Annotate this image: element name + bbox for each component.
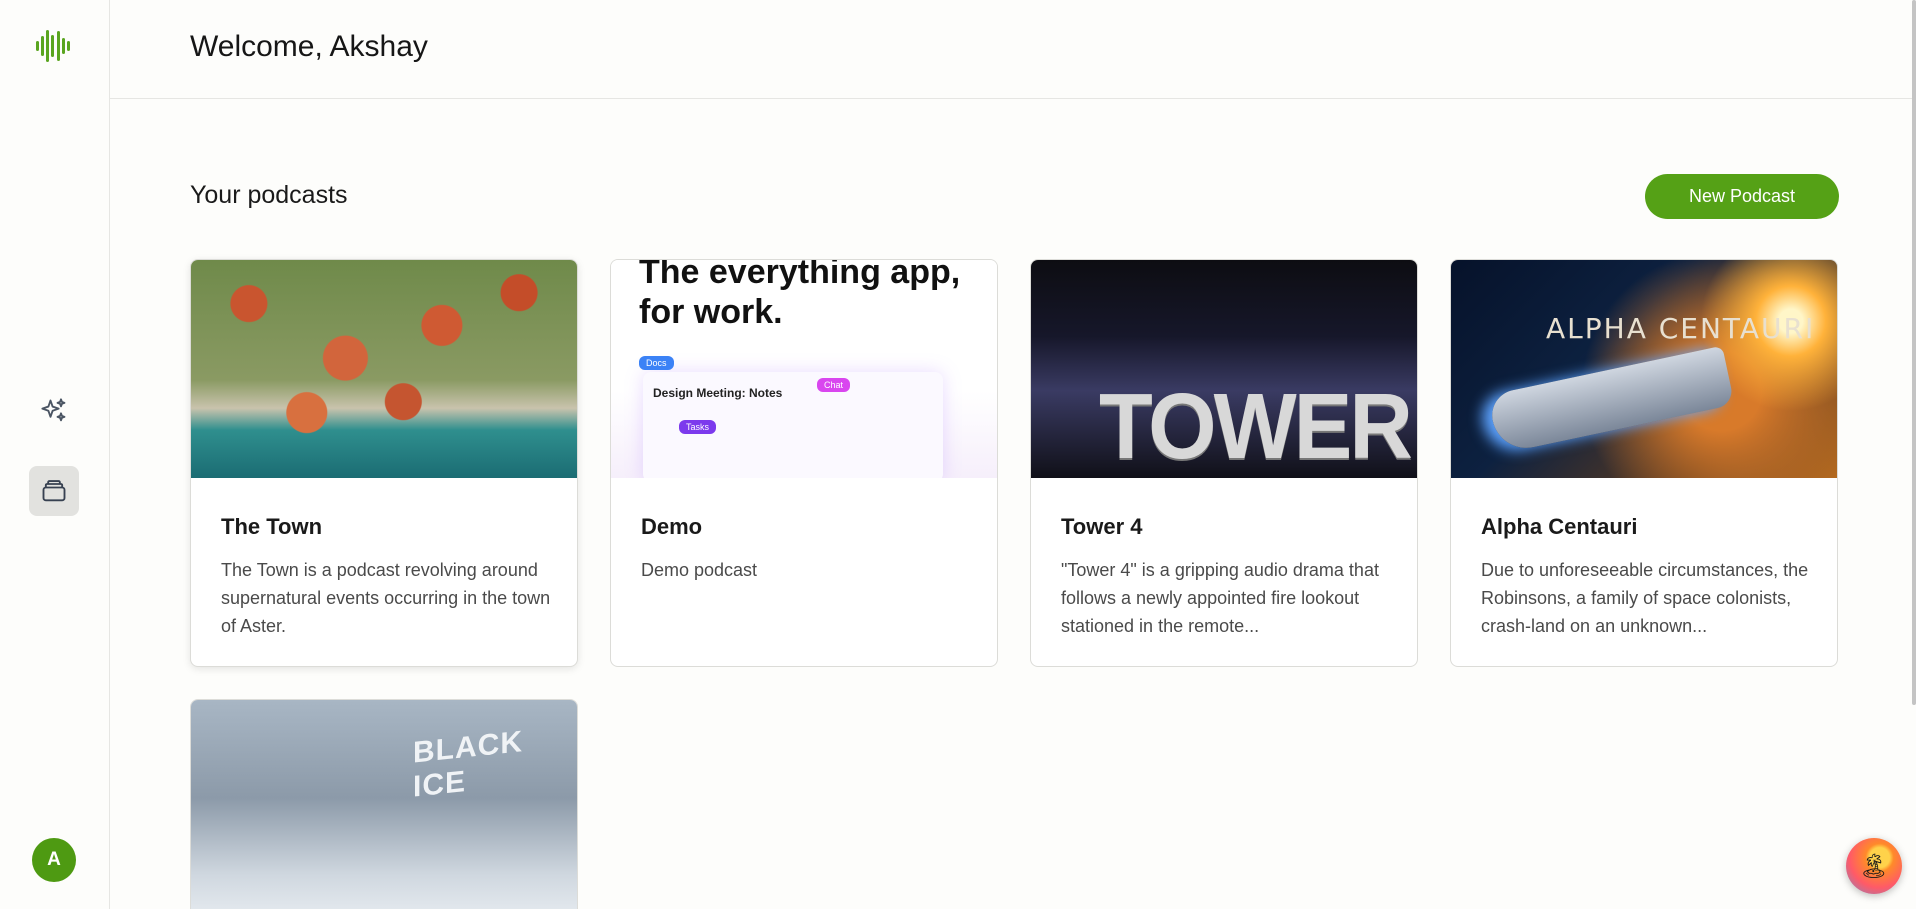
- podcast-title: The Town: [221, 514, 323, 539]
- thumbnail-title-art: TOWER 4: [1099, 373, 1413, 478]
- thumbnail-title-art: ALPHA CENTAURI: [1546, 312, 1816, 345]
- waveform-icon[interactable]: [36, 30, 70, 62]
- avatar-initial: A: [47, 849, 61, 870]
- palm-island-icon: 🏝: [1858, 852, 1890, 880]
- library-icon: [42, 480, 66, 502]
- sparkle-icon: [41, 398, 66, 422]
- podcast-thumbnail: The everything app, for work. Docs Chat …: [611, 260, 997, 478]
- scrollbar[interactable]: [1912, 0, 1916, 705]
- thumbnail-chip-tasks: Tasks: [679, 420, 717, 434]
- new-podcast-button[interactable]: New Podcast: [1645, 174, 1839, 219]
- thumbnail-chip-chat: Chat: [817, 378, 851, 392]
- page-title: Welcome, Akshay: [190, 30, 428, 63]
- podcast-card-black-ice[interactable]: BLACK ICE: [190, 699, 578, 909]
- podcast-description: Demo podcast: [641, 560, 758, 580]
- section-title: Your podcasts: [190, 181, 348, 209]
- podcast-thumbnail: [191, 260, 577, 478]
- podcast-thumbnail: TOWER 4: [1031, 260, 1417, 478]
- header: Welcome, Akshay: [110, 0, 1916, 99]
- podcast-thumbnail: ALPHA CENTAURI: [1451, 260, 1837, 478]
- podcast-card-the-town[interactable]: The Town The Town is a podcast revolving…: [190, 259, 578, 667]
- podcast-card-demo[interactable]: The everything app, for work. Docs Chat …: [610, 259, 998, 667]
- podcast-description: Due to unforeseeable circumstances, the …: [1481, 560, 1809, 636]
- thumbnail-spaceship: [1487, 345, 1735, 455]
- podcast-description: The Town is a podcast revolving around s…: [221, 560, 551, 636]
- podcast-title: Tower 4: [1061, 514, 1143, 539]
- podcast-description: "Tower 4" is a gripping audio drama that…: [1061, 560, 1379, 636]
- app: A Welcome, Akshay Your podcasts New Podc…: [0, 0, 1916, 909]
- avatar[interactable]: A: [32, 838, 76, 882]
- sidebar-item-generate[interactable]: [29, 386, 79, 436]
- podcast-title: Alpha Centauri: [1481, 514, 1638, 539]
- podcast-thumbnail: BLACK ICE: [191, 700, 577, 909]
- thumbnail-headline: The everything app, for work.: [639, 260, 961, 331]
- thumbnail-chip-docs: Docs: [639, 356, 674, 370]
- assistant-button[interactable]: 🏝: [1846, 838, 1902, 894]
- sidebar-item-library[interactable]: [29, 466, 79, 516]
- podcast-title: Demo: [641, 514, 703, 539]
- thumbnail-title-art: BLACK ICE: [413, 725, 523, 804]
- podcast-card-alpha-centauri[interactable]: ALPHA CENTAURI Alpha Centauri Due to unf…: [1450, 259, 1838, 667]
- thumbnail-note: Design Meeting: Notes: [653, 386, 783, 400]
- sidebar: A: [0, 0, 110, 909]
- podcast-card-tower-4[interactable]: TOWER 4 Tower 4 "Tower 4" is a gripping …: [1030, 259, 1418, 667]
